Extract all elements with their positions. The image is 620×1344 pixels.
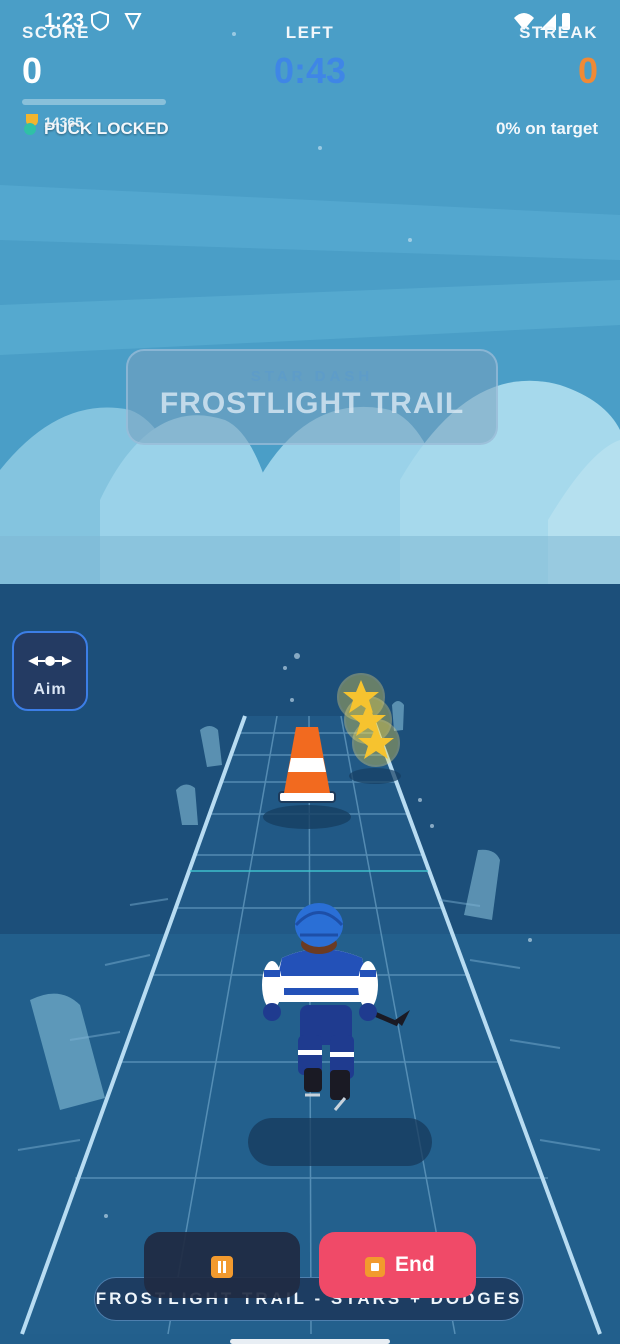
streak-value: 0 — [577, 50, 598, 91]
level-subtitle: STAR DASH — [250, 368, 374, 385]
end-label: End — [395, 1253, 435, 1276]
end-button[interactable]: End — [319, 1232, 476, 1298]
player-shadow — [248, 1118, 432, 1166]
home-indicator[interactable] — [230, 1339, 390, 1344]
puck-status: PUCK LOCKED — [44, 119, 169, 138]
aim-arrows-icon — [28, 656, 72, 666]
pause-icon — [211, 1256, 233, 1278]
pause-button[interactable] — [144, 1232, 300, 1298]
score-progress-bar — [22, 99, 166, 105]
level-title: FROSTLIGHT TRAIL — [159, 387, 465, 420]
stop-icon — [365, 1257, 385, 1277]
game-scene — [0, 0, 620, 1344]
accuracy-readout: 0% on target — [495, 119, 598, 138]
aim-button[interactable]: Aim — [12, 631, 88, 711]
aim-label: Aim — [33, 681, 67, 698]
streak-label: STREAK — [519, 23, 598, 42]
trophy-icon — [21, 112, 43, 141]
time-left-value: 0:43 — [273, 50, 347, 91]
level-title-card: STAR DASH FROSTLIGHT TRAIL — [126, 349, 498, 445]
